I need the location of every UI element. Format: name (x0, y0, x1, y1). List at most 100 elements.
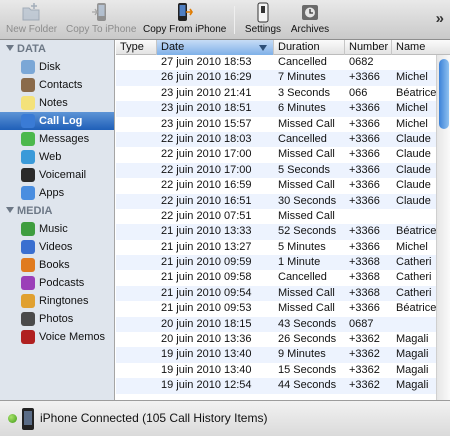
table-row[interactable]: ✆23 juin 2010 15:57Missed Call+3366Miche… (116, 117, 436, 132)
disclosure-triangle-icon (6, 207, 14, 213)
table-row[interactable]: ✆21 juin 2010 09:58Cancelled+3368Catheri (116, 270, 436, 285)
sidebar-item-apps[interactable]: Apps (0, 184, 114, 202)
cell-duration: Cancelled (278, 56, 327, 68)
cell-duration: 3 Seconds (278, 86, 330, 99)
copy-from-iphone-icon (178, 3, 193, 21)
cell-name: Béatrice (396, 225, 436, 238)
cell-duration: Missed Call (278, 286, 335, 299)
table-row[interactable]: ✆19 juin 2010 13:409 Minutes+3362Magali (116, 347, 436, 363)
sidebar-item-ringtones[interactable]: Ringtones (0, 292, 114, 310)
sidebar-item-videos[interactable]: Videos (0, 238, 114, 256)
cell-number: +3366 (349, 163, 380, 176)
notes-icon (21, 96, 35, 110)
cell-number: +3366 (349, 148, 380, 161)
table-row[interactable]: ✆22 juin 2010 16:5130 Seconds+3366Claude (116, 193, 436, 209)
table-row[interactable]: ✆21 juin 2010 13:3352 Seconds+3366Béatri… (116, 224, 436, 240)
settings-button[interactable]: Settings (243, 2, 283, 38)
sidebar-item-messages[interactable]: Messages (0, 130, 114, 148)
table-row[interactable]: ✆22 juin 2010 17:00Missed Call+3366Claud… (116, 147, 436, 162)
column-header-number[interactable]: Number (345, 40, 392, 55)
sidebar-item-label: Disk (39, 61, 61, 73)
cell-name: Catheri (396, 256, 432, 269)
copy-to-iphone-icon (92, 3, 106, 21)
new-folder-button[interactable]: New Folder (6, 2, 57, 38)
music-icon (21, 222, 35, 236)
column-header-duration[interactable]: Duration (274, 40, 345, 55)
sidebar-item-podcasts[interactable]: Podcasts (0, 274, 114, 292)
table-row[interactable]: ✆19 juin 2010 13:4015 Seconds+3362Magali (116, 363, 436, 378)
settings-switch-icon (257, 2, 269, 23)
sidebar-item-photos[interactable]: Photos (0, 310, 114, 328)
column-header-name[interactable]: Name (392, 40, 450, 55)
table-row[interactable]: ✆20 juin 2010 18:1543 Seconds0687 (116, 316, 436, 333)
cell-name: Claude (396, 179, 431, 192)
cell-number: +3366 (349, 225, 380, 238)
sidebar-item-disk[interactable]: Disk (0, 58, 114, 76)
sidebar-item-call-log[interactable]: Call Log (0, 112, 114, 130)
sidebar-item-voicemail[interactable]: Voicemail (0, 166, 114, 184)
archives-button[interactable]: Archives (288, 2, 332, 38)
table-row[interactable]: ✆20 juin 2010 13:3626 Seconds+3362Magali (116, 332, 436, 347)
scrollbar-thumb[interactable] (439, 59, 449, 129)
settings-label: Settings (244, 24, 282, 35)
table-row[interactable]: ✆22 juin 2010 16:59Missed Call+3366Claud… (116, 178, 436, 193)
cell-duration: Cancelled (278, 271, 327, 284)
vertical-scrollbar[interactable] (436, 55, 450, 400)
sidebar-item-web[interactable]: Web (0, 148, 114, 166)
copy-from-iphone-label: Copy From iPhone (143, 24, 227, 35)
table-row[interactable]: ✆23 juin 2010 21:413 Seconds066Béatrice (116, 86, 436, 101)
cell-date: 21 juin 2010 13:33 (161, 225, 252, 238)
sidebar: DATA Disk Contacts Notes Call Log Messages We… (0, 40, 115, 400)
cell-duration: 6 Minutes (278, 102, 326, 115)
ringtones-icon (21, 294, 35, 308)
table-row[interactable]: ✆21 juin 2010 13:275 Minutes+3366Michel (116, 240, 436, 255)
table-row[interactable]: ✆22 juin 2010 18:03Cancelled+3366Claude (116, 131, 436, 148)
table-row[interactable]: ✆23 juin 2010 18:516 Minutes+3366Michel (116, 101, 436, 117)
sidebar-data-header[interactable]: DATA (0, 40, 114, 58)
table-body: ✆27 juin 2010 18:53Cancelled0682✆26 juin… (116, 55, 436, 394)
cell-date: 21 juin 2010 09:54 (161, 286, 252, 299)
table-row[interactable]: ✆27 juin 2010 18:53Cancelled0682 (116, 55, 436, 70)
table-row[interactable]: ✆19 juin 2010 12:5444 Seconds+3362Magali (116, 378, 436, 394)
cell-name: Béatrice (396, 302, 436, 315)
cell-date: 22 juin 2010 17:00 (161, 163, 252, 176)
sidebar-item-books[interactable]: Books (0, 256, 114, 274)
column-header-date[interactable]: Date (157, 40, 274, 55)
sidebar-item-contacts[interactable]: Contacts (0, 76, 114, 94)
toolbar-overflow-icon[interactable]: » (436, 10, 444, 27)
copy-from-iphone-button[interactable]: Copy From iPhone (143, 2, 227, 38)
cell-date: 26 juin 2010 16:29 (161, 71, 252, 84)
sidebar-item-notes[interactable]: Notes (0, 94, 114, 112)
sidebar-item-music[interactable]: Music (0, 220, 114, 238)
sidebar-item-label: Messages (39, 133, 90, 145)
data-item-list: Disk Contacts Notes Call Log Messages Web Voic… (0, 58, 114, 202)
copy-to-iphone-button[interactable]: Copy To iPhone (66, 2, 136, 38)
table-row[interactable]: ✆21 juin 2010 09:591 Minute+3368Catheri (116, 255, 436, 271)
sidebar-item-label: Voicemail (39, 169, 87, 181)
podcasts-icon (21, 276, 35, 290)
messages-icon (21, 132, 35, 146)
cell-duration: 5 Minutes (278, 240, 326, 253)
cell-name: Claude (396, 148, 431, 161)
cell-name: Magali (396, 333, 429, 346)
cell-number: +3366 (349, 117, 380, 130)
archives-icon (302, 5, 318, 20)
table-row[interactable]: ✆21 juin 2010 09:54Missed Call+3368Cathe… (116, 285, 436, 302)
status-text: iPhone Connected (105 Call History Items… (40, 411, 268, 425)
table-row[interactable]: ✆21 juin 2010 09:53Missed Call+3366Béatr… (116, 301, 436, 316)
cell-duration: Missed Call (278, 302, 335, 315)
sidebar-item-voice-memos[interactable]: Voice Memos (0, 328, 114, 346)
cell-duration: 7 Minutes (278, 71, 326, 84)
sidebar-media-header[interactable]: MEDIA (0, 202, 114, 220)
column-header-type[interactable]: Type (116, 40, 157, 55)
disclosure-triangle-icon (6, 45, 14, 51)
table-row[interactable]: ✆22 juin 2010 07:51Missed Call (116, 209, 436, 224)
connected-status-icon (8, 414, 17, 423)
sidebar-item-label: Web (39, 151, 62, 163)
cell-number: +3362 (349, 333, 380, 346)
cell-date: 22 juin 2010 18:03 (161, 132, 252, 145)
table-row[interactable]: ✆26 juin 2010 16:297 Minutes+3366Michel (116, 70, 436, 86)
table-row[interactable]: ✆22 juin 2010 17:005 Seconds+3366Claude (116, 162, 436, 179)
folder-plus-icon (22, 3, 40, 21)
voicemail-icon (21, 168, 35, 182)
